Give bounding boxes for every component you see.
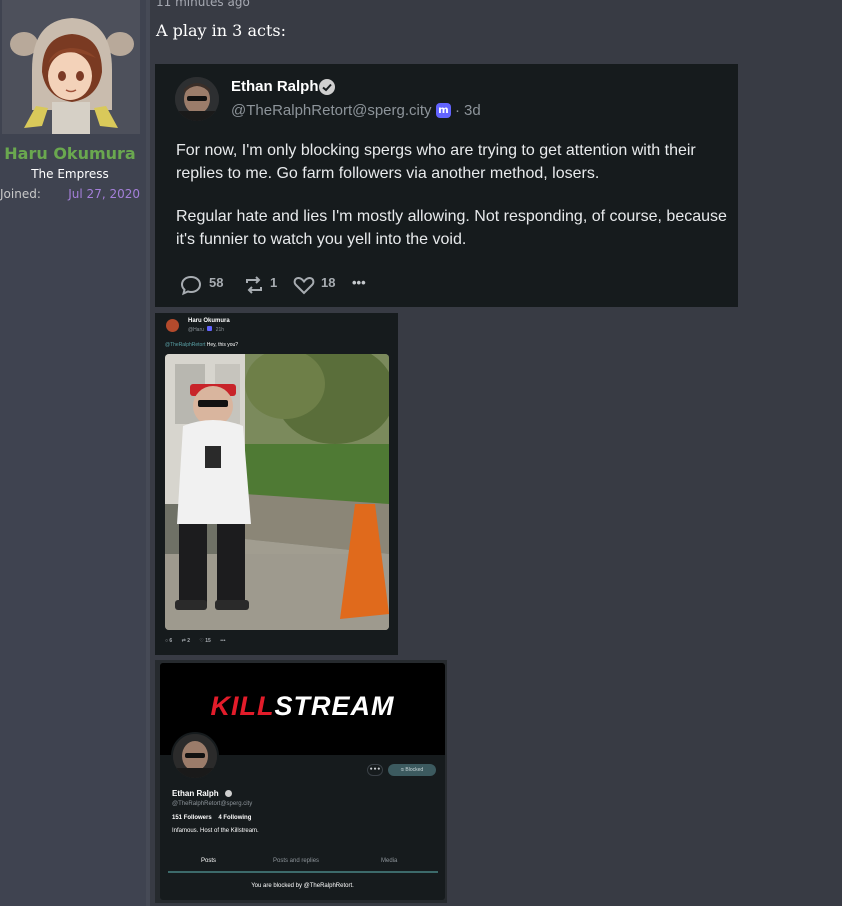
avatar-photo xyxy=(173,734,217,778)
heart-icon xyxy=(293,276,315,295)
user-avatar[interactable] xyxy=(2,0,140,134)
profile-stats: 151 Followers 4 Following xyxy=(172,815,251,821)
joined-label: Joined: xyxy=(0,187,41,201)
author-handle[interactable]: @TheRalphRetort@sperg.city xyxy=(231,102,432,119)
reply-reply-count: 6 xyxy=(169,638,173,644)
verified-icon xyxy=(319,79,335,95)
boost-icon xyxy=(246,276,262,294)
reply-author-name: Haru Okumura xyxy=(188,318,230,324)
more-button[interactable]: ••• xyxy=(352,272,376,298)
followers-count: 151 xyxy=(172,815,183,821)
reply-boost-count: 2 xyxy=(187,638,190,644)
profile-screenshot[interactable]: KILLSTREAM ••• ⦸ Blocked Ethan Ralph @Th… xyxy=(155,660,447,903)
reply-reply-button[interactable]: ○ 6 xyxy=(165,638,172,644)
user-panel: Haru Okumura The Empress Joined: Jul 27,… xyxy=(0,0,146,906)
profile-panel: KILLSTREAM ••• ⦸ Blocked Ethan Ralph @Th… xyxy=(160,663,445,900)
boost-button[interactable]: 1 xyxy=(243,272,283,298)
reply-author-avatar xyxy=(166,319,179,332)
column-divider xyxy=(146,0,150,906)
reply-more-button[interactable]: ••• xyxy=(220,638,225,644)
reply-author-handle: @Haru 21h xyxy=(188,326,224,333)
like-button[interactable]: 18 xyxy=(292,272,342,298)
reply-like-button[interactable]: ♡ 15 xyxy=(199,638,210,644)
followers-link[interactable]: 151 Followers xyxy=(172,815,212,821)
boost-count: 1 xyxy=(270,275,278,290)
photo-man-with-phone xyxy=(165,354,389,630)
separator-dot: · xyxy=(455,102,460,119)
killstream-logo: KILLSTREAM xyxy=(160,691,445,722)
post-age[interactable]: 3d xyxy=(464,102,481,119)
post-paragraph: For now, I'm only blocking spergs who ar… xyxy=(176,142,696,182)
author-avatar[interactable] xyxy=(175,77,219,121)
followers-label: Followers xyxy=(183,815,212,821)
profile-avatar[interactable] xyxy=(171,732,219,780)
reply-button[interactable]: 58 xyxy=(180,272,230,298)
post-text: A play in 3 acts: xyxy=(156,21,286,40)
tab-posts-and-replies[interactable]: Posts and replies xyxy=(273,858,319,864)
reply-text: @TheRalphRetort Hey, this you? xyxy=(165,342,238,348)
profile-name: Ethan Ralph xyxy=(172,789,219,798)
blocked-button[interactable]: ⦸ Blocked xyxy=(388,764,436,776)
verified-icon xyxy=(225,790,232,797)
avatar-illustration xyxy=(2,0,140,134)
author-name[interactable]: Ethan Ralph xyxy=(231,78,319,95)
reply-mention: @TheRalphRetort xyxy=(165,342,206,348)
reply-body: Hey, this you? xyxy=(206,342,239,348)
reply-actions: ○ 6 ⇄ 2 ♡ 15 ••• xyxy=(165,638,233,644)
blocked-label: Blocked xyxy=(405,767,424,773)
mastodon-icon: m xyxy=(436,103,451,118)
attached-photo[interactable] xyxy=(165,354,389,630)
embedded-post-card[interactable]: Ethan Ralph @TheRalphRetort@sperg.city m… xyxy=(155,64,738,307)
profile-more-button[interactable]: ••• xyxy=(367,764,383,776)
tab-posts[interactable]: Posts xyxy=(201,858,216,864)
reply-handle-text: @Haru xyxy=(188,327,204,333)
like-count: 18 xyxy=(321,275,336,290)
tab-media[interactable]: Media xyxy=(381,858,397,864)
reply-like-count: 15 xyxy=(205,638,211,644)
reply-boost-button[interactable]: ⇄ 2 xyxy=(182,638,190,644)
following-count: 4 xyxy=(218,815,222,821)
reply-age: 21h xyxy=(215,327,225,333)
user-title: The Empress xyxy=(31,167,109,181)
following-link[interactable]: 4 Following xyxy=(218,815,251,821)
reply-count: 58 xyxy=(209,275,224,290)
post-timestamp[interactable]: 11 minutes ago xyxy=(156,0,250,9)
logo-red-part: KILL xyxy=(210,691,275,721)
mastodon-icon xyxy=(207,326,213,331)
logo-white-part: STREAM xyxy=(274,691,395,721)
tab-underline xyxy=(168,871,438,873)
reply-screenshot[interactable]: Haru Okumura @Haru 21h @TheRalphRetort H… xyxy=(155,313,398,655)
more-icon: ••• xyxy=(352,275,366,290)
profile-bio: Infamous. Host of the Killstream. xyxy=(172,828,259,834)
joined-date: Jul 27, 2020 xyxy=(68,187,140,201)
username[interactable]: Haru Okumura xyxy=(0,144,140,163)
following-label: Following xyxy=(223,815,252,821)
avatar-photo xyxy=(175,77,219,121)
post-paragraph: Regular hate and lies I'm mostly allowin… xyxy=(176,208,727,248)
reply-icon xyxy=(180,275,202,296)
profile-handle: @TheRalphRetort@sperg.city xyxy=(172,801,253,807)
blocked-notice: You are blocked by @TheRalphRetort. xyxy=(251,883,354,889)
